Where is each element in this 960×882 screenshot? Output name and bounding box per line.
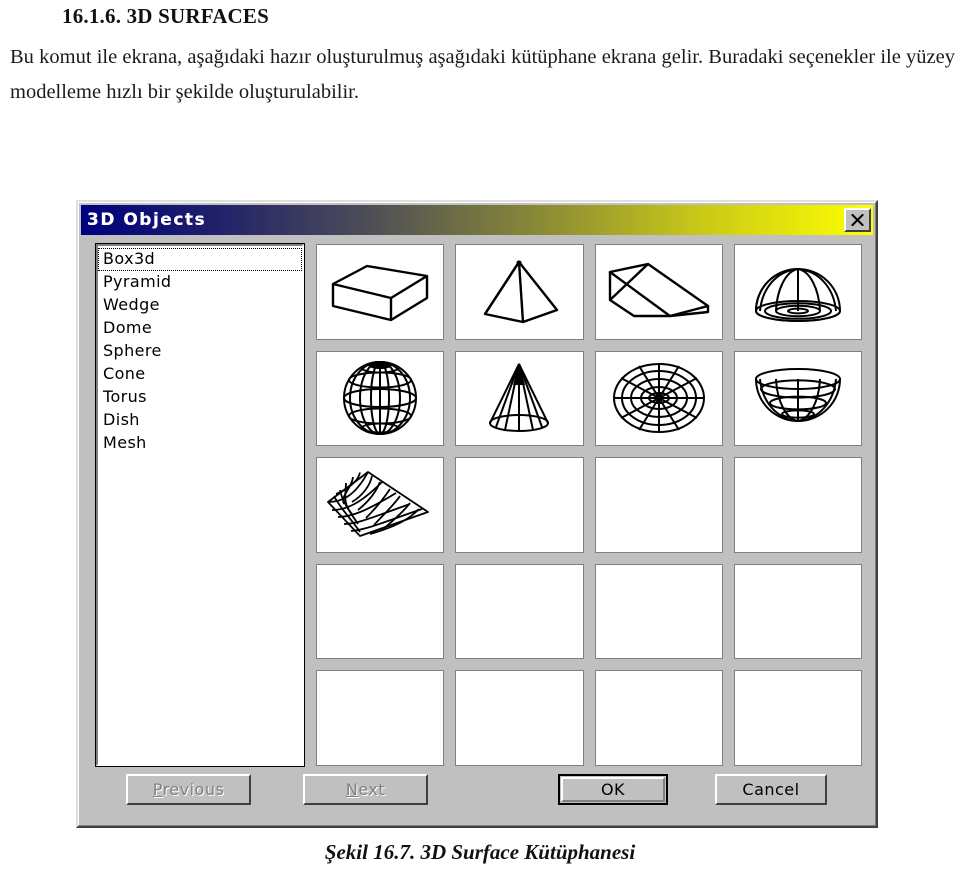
page-title: 16.1.6. 3D SURFACES (62, 4, 270, 28)
body-paragraph: Bu komut ile ekrana, aşağıdaki hazır olu… (10, 46, 955, 103)
cancel-button-label: Cancel (742, 780, 800, 799)
thumb-empty[interactable] (733, 563, 862, 660)
dialog-3d-objects: 3D Objects Box3d Pyramid Wedge Dome Sphe… (76, 200, 878, 828)
object-thumbnail-grid (316, 244, 862, 766)
thumb-empty[interactable] (733, 670, 862, 766)
thumb-empty[interactable] (733, 457, 862, 553)
sphere-icon (340, 358, 420, 438)
list-item-sphere[interactable]: Sphere (98, 340, 302, 363)
thumb-empty[interactable] (455, 563, 584, 660)
list-item-dish[interactable]: Dish (98, 409, 302, 432)
ok-button-label: OK (600, 780, 626, 799)
mesh-icon (324, 468, 436, 542)
next-button[interactable]: Next (303, 774, 428, 805)
list-item-cone[interactable]: Cone (98, 363, 302, 386)
thumb-wedge[interactable] (594, 244, 723, 340)
torus-icon (611, 360, 707, 436)
thumb-empty[interactable] (455, 670, 584, 766)
dialog-titlebar: 3D Objects (81, 205, 873, 235)
dome-icon (752, 261, 844, 323)
object-list-scroll: Box3d Pyramid Wedge Dome Sphere Cone Tor… (98, 246, 302, 455)
pyramid-icon (471, 258, 567, 326)
thumb-box3d[interactable] (316, 244, 445, 340)
list-item-wedge[interactable]: Wedge (98, 294, 302, 317)
thumb-empty[interactable] (594, 563, 723, 660)
list-item-torus[interactable]: Torus (98, 386, 302, 409)
previous-button[interactable]: Previous (126, 774, 251, 805)
thumb-dome[interactable] (733, 244, 862, 340)
box3d-icon (327, 258, 433, 326)
thumb-empty[interactable] (316, 563, 445, 660)
dialog-title: 3D Objects (87, 210, 207, 230)
thumb-cone[interactable] (455, 350, 584, 447)
thumb-dish[interactable] (733, 350, 862, 447)
wedge-icon (604, 260, 714, 324)
thumb-empty[interactable] (594, 670, 723, 766)
close-icon (851, 214, 864, 226)
figure-caption: Şekil 16.7. 3D Surface Kütüphanesi (324, 840, 636, 864)
close-button[interactable] (844, 208, 871, 232)
ok-button[interactable]: OK (558, 774, 668, 805)
thumb-empty[interactable] (594, 457, 723, 553)
thumb-sphere[interactable] (316, 350, 445, 447)
dish-icon (752, 367, 844, 429)
cancel-button[interactable]: Cancel (715, 774, 827, 805)
cone-icon (482, 361, 556, 435)
thumb-pyramid[interactable] (455, 244, 584, 340)
thumb-torus[interactable] (594, 350, 723, 447)
list-item-mesh[interactable]: Mesh (98, 432, 302, 455)
list-item-dome[interactable]: Dome (98, 317, 302, 340)
thumb-empty[interactable] (316, 670, 445, 766)
thumb-mesh[interactable] (316, 457, 445, 553)
list-item-pyramid[interactable]: Pyramid (98, 271, 302, 294)
next-button-label: Next (345, 780, 386, 799)
previous-button-label: Previous (152, 780, 225, 799)
thumb-empty[interactable] (455, 457, 584, 553)
object-list[interactable]: Box3d Pyramid Wedge Dome Sphere Cone Tor… (95, 243, 305, 767)
list-item-box3d[interactable]: Box3d (98, 248, 302, 271)
